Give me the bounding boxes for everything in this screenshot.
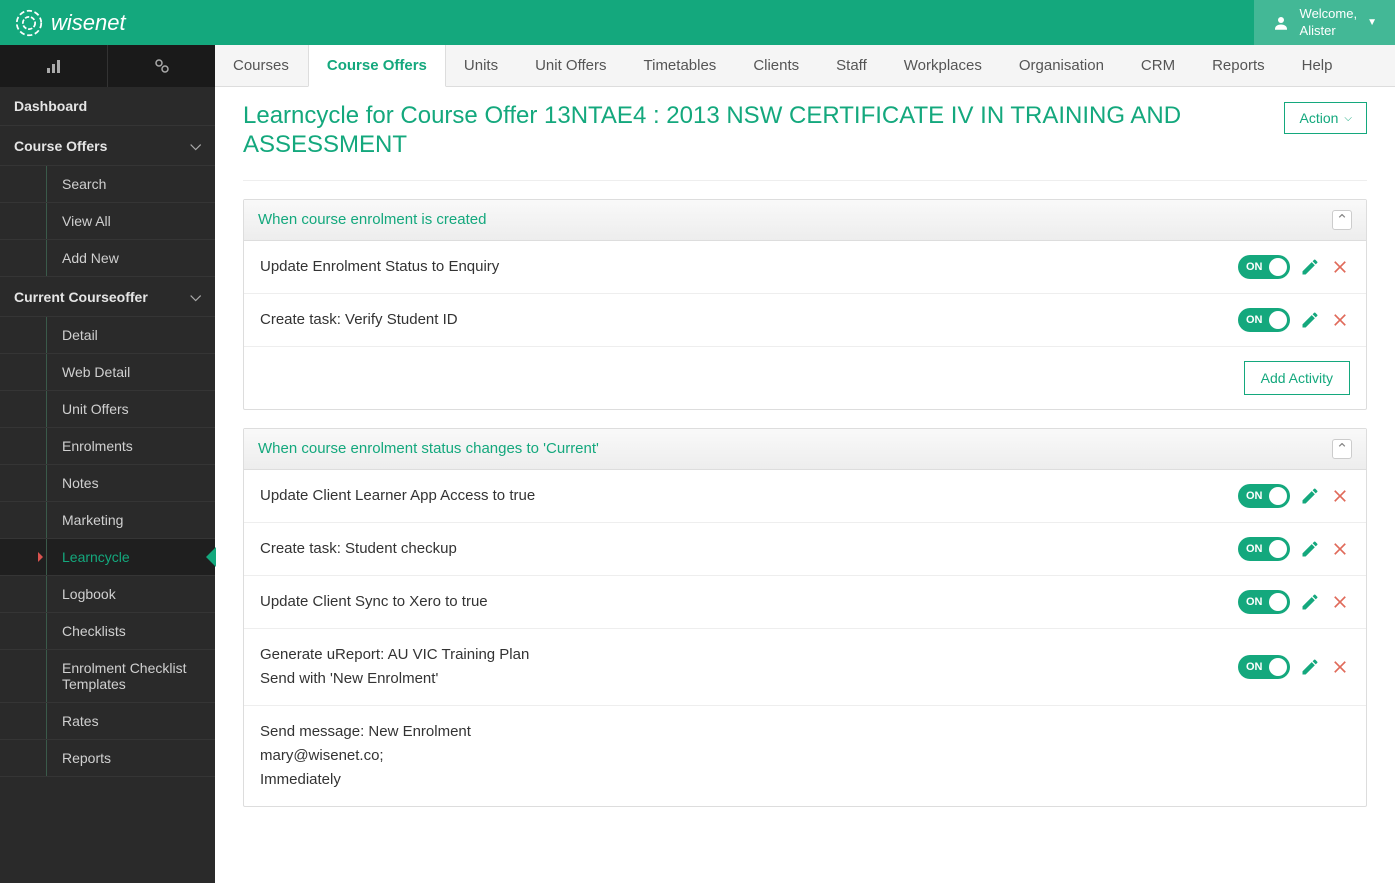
stats-button[interactable] bbox=[0, 45, 108, 87]
sidebar-item-search[interactable]: Search bbox=[0, 166, 215, 203]
delete-icon[interactable] bbox=[1330, 539, 1350, 559]
sidebar-item-checklists[interactable]: Checklists bbox=[0, 613, 215, 650]
activity-controls: ON bbox=[1238, 255, 1350, 279]
add-activity-button[interactable]: Add Activity bbox=[1244, 361, 1350, 395]
toggle-on[interactable]: ON bbox=[1238, 537, 1290, 561]
activity-text: Create task: Verify Student ID bbox=[260, 308, 458, 332]
sidebar-item-unit-offers[interactable]: Unit Offers bbox=[0, 391, 215, 428]
sidebar-item-enrolment-checklist-templates[interactable]: Enrolment Checklist Templates bbox=[0, 650, 215, 703]
caret-down-icon: ⌵ bbox=[1344, 113, 1352, 124]
section-title: When course enrolment status changes to … bbox=[258, 440, 599, 457]
sidebar-item-notes[interactable]: Notes bbox=[0, 465, 215, 502]
activity-row: Create task: Verify Student ID ON bbox=[244, 294, 1366, 347]
activity-row: Generate uReport: AU VIC Training PlanSe… bbox=[244, 629, 1366, 706]
page-title: Learncycle for Course Offer 13NTAE4 : 20… bbox=[243, 102, 1243, 160]
welcome-area[interactable]: Welcome, Alister ▼ bbox=[1254, 0, 1395, 45]
sidebar-item-learncycle[interactable]: Learncycle bbox=[0, 539, 215, 576]
edit-icon[interactable] bbox=[1300, 539, 1320, 559]
sidebar-item-rates[interactable]: Rates bbox=[0, 703, 215, 740]
app-header: wisenet Welcome, Alister ▼ bbox=[0, 0, 1395, 45]
brand-name: wisenet bbox=[51, 10, 126, 36]
sidebar-item-detail[interactable]: Detail bbox=[0, 317, 215, 354]
delete-icon[interactable] bbox=[1330, 657, 1350, 677]
add-activity-wrap: Add Activity bbox=[244, 347, 1366, 409]
sidebar-dashboard[interactable]: Dashboard bbox=[0, 87, 215, 126]
delete-icon[interactable] bbox=[1330, 310, 1350, 330]
activity-controls: ON bbox=[1238, 655, 1350, 679]
user-icon bbox=[1272, 14, 1290, 32]
delete-icon[interactable] bbox=[1330, 257, 1350, 277]
activity-text: Generate uReport: AU VIC Training PlanSe… bbox=[260, 643, 529, 691]
section-title: When course enrolment is created bbox=[258, 211, 486, 228]
activity-row: Create task: Student checkup ON bbox=[244, 523, 1366, 576]
activity-controls: ON bbox=[1238, 308, 1350, 332]
collapse-icon[interactable]: ⌃ bbox=[1332, 210, 1352, 230]
brand-logo[interactable]: wisenet bbox=[15, 9, 126, 37]
tab-reports[interactable]: Reports bbox=[1194, 45, 1284, 86]
sidebar-top-buttons bbox=[0, 45, 215, 87]
tab-staff[interactable]: Staff bbox=[818, 45, 886, 86]
wisenet-logo-icon bbox=[15, 9, 43, 37]
activity-text: Update Client Sync to Xero to true bbox=[260, 590, 488, 614]
settings-button[interactable] bbox=[108, 45, 215, 87]
sidebar-item-reports[interactable]: Reports bbox=[0, 740, 215, 777]
activity-controls: ON bbox=[1238, 590, 1350, 614]
tab-crm[interactable]: CRM bbox=[1123, 45, 1194, 86]
activity-controls: ON bbox=[1238, 537, 1350, 561]
top-tabs: CoursesCourse OffersUnitsUnit OffersTime… bbox=[215, 45, 1395, 87]
sidebar-current-courseoffer[interactable]: Current Courseoffer⌵ bbox=[0, 277, 215, 317]
learncycle-section: When course enrolment is created ⌃ Update … bbox=[243, 199, 1367, 410]
sidebar-course-offers[interactable]: Course Offers⌵ bbox=[0, 126, 215, 166]
sidebar-item-marketing[interactable]: Marketing bbox=[0, 502, 215, 539]
sidebar: Dashboard Course Offers⌵ SearchView AllA… bbox=[0, 45, 215, 883]
activity-row: Update Client Sync to Xero to true ON bbox=[244, 576, 1366, 629]
delete-icon[interactable] bbox=[1330, 592, 1350, 612]
caret-down-icon: ▼ bbox=[1367, 16, 1377, 29]
toggle-on[interactable]: ON bbox=[1238, 308, 1290, 332]
sidebar-item-enrolments[interactable]: Enrolments bbox=[0, 428, 215, 465]
welcome-label: Welcome, bbox=[1300, 6, 1358, 23]
tab-clients[interactable]: Clients bbox=[735, 45, 818, 86]
main-content: CoursesCourse OffersUnitsUnit OffersTime… bbox=[215, 45, 1395, 883]
activity-text: Update Client Learner App Access to true bbox=[260, 484, 535, 508]
edit-icon[interactable] bbox=[1300, 486, 1320, 506]
activity-row: Update Enrolment Status to Enquiry ON bbox=[244, 241, 1366, 294]
section-header: When course enrolment is created ⌃ bbox=[244, 200, 1366, 241]
tab-courses[interactable]: Courses bbox=[215, 45, 308, 86]
toggle-on[interactable]: ON bbox=[1238, 590, 1290, 614]
delete-icon[interactable] bbox=[1330, 486, 1350, 506]
sidebar-item-logbook[interactable]: Logbook bbox=[0, 576, 215, 613]
learncycle-section: When course enrolment status changes to … bbox=[243, 428, 1367, 807]
tab-timetables[interactable]: Timetables bbox=[626, 45, 736, 86]
action-button[interactable]: Action⌵ bbox=[1284, 102, 1367, 134]
activity-text: Send message: New Enrolmentmary@wisenet.… bbox=[260, 720, 471, 792]
activity-text: Update Enrolment Status to Enquiry bbox=[260, 255, 499, 279]
tab-unit-offers[interactable]: Unit Offers bbox=[517, 45, 625, 86]
welcome-username: Alister bbox=[1300, 23, 1358, 40]
tab-course-offers[interactable]: Course Offers bbox=[308, 45, 446, 87]
activity-row: Update Client Learner App Access to true… bbox=[244, 470, 1366, 523]
tab-organisation[interactable]: Organisation bbox=[1001, 45, 1123, 86]
collapse-icon[interactable]: ⌃ bbox=[1332, 439, 1352, 459]
activity-controls: ON bbox=[1238, 484, 1350, 508]
edit-icon[interactable] bbox=[1300, 657, 1320, 677]
sidebar-item-add-new[interactable]: Add New bbox=[0, 240, 215, 277]
edit-icon[interactable] bbox=[1300, 592, 1320, 612]
sidebar-item-view-all[interactable]: View All bbox=[0, 203, 215, 240]
chevron-down-icon: ⌵ bbox=[190, 137, 201, 154]
edit-icon[interactable] bbox=[1300, 257, 1320, 277]
chevron-down-icon: ⌵ bbox=[190, 288, 201, 305]
tab-units[interactable]: Units bbox=[446, 45, 517, 86]
toggle-on[interactable]: ON bbox=[1238, 655, 1290, 679]
activity-text: Create task: Student checkup bbox=[260, 537, 457, 561]
tab-workplaces[interactable]: Workplaces bbox=[886, 45, 1001, 86]
section-header: When course enrolment status changes to … bbox=[244, 429, 1366, 470]
toggle-on[interactable]: ON bbox=[1238, 484, 1290, 508]
activity-row: Send message: New Enrolmentmary@wisenet.… bbox=[244, 706, 1366, 806]
tab-help[interactable]: Help bbox=[1284, 45, 1352, 86]
sidebar-item-web-detail[interactable]: Web Detail bbox=[0, 354, 215, 391]
toggle-on[interactable]: ON bbox=[1238, 255, 1290, 279]
edit-icon[interactable] bbox=[1300, 310, 1320, 330]
